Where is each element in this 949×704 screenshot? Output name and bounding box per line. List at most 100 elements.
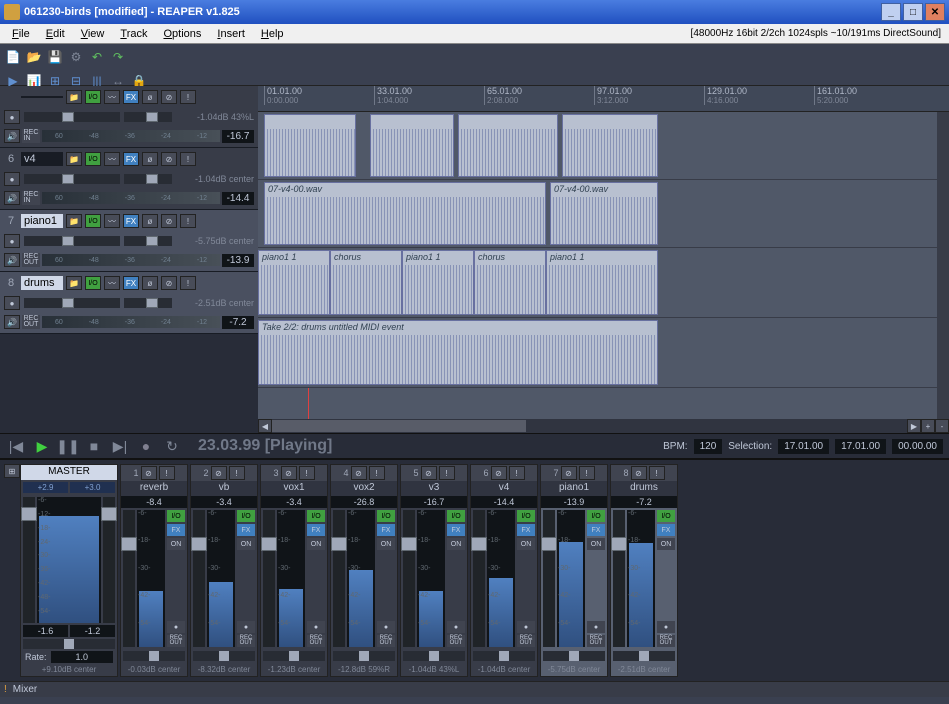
mixer-channel[interactable]: 7⊘!piano1-13.9-6--18--30--42--54-I/OFXON… xyxy=(540,464,608,677)
track-phase-button[interactable]: ø xyxy=(142,152,158,166)
track-recmode-button[interactable]: RECOUT xyxy=(22,315,40,329)
scroll-left-button[interactable]: ◀ xyxy=(258,419,272,433)
track-mute-button[interactable]: ⊘ xyxy=(161,90,177,104)
channel-solo-button[interactable]: ! xyxy=(579,466,595,480)
channel-solo-button[interactable]: ! xyxy=(299,466,315,480)
channel-mute-button[interactable]: ⊘ xyxy=(351,466,367,480)
channel-fader[interactable] xyxy=(543,510,555,647)
channel-io-button[interactable]: I/O xyxy=(377,510,395,522)
track-solo-button[interactable]: ! xyxy=(180,214,196,228)
track-folder-icon[interactable]: 📁 xyxy=(66,214,82,228)
channel-name[interactable]: v3 xyxy=(401,481,467,496)
channel-fx-on-button[interactable]: ON xyxy=(587,538,605,550)
track-mute-button[interactable]: ⊘ xyxy=(161,214,177,228)
mixer-channel[interactable]: 6⊘!v4-14.4-6--18--30--42--54-I/OFXON●REC… xyxy=(470,464,538,677)
channel-io-button[interactable]: I/O xyxy=(237,510,255,522)
transport-time[interactable]: 23.03.99 [Playing] xyxy=(198,437,332,455)
track-fx-button[interactable]: FX xyxy=(123,90,139,104)
channel-pan[interactable] xyxy=(613,651,675,661)
pause-button[interactable]: ❚❚ xyxy=(58,437,78,455)
track-name-field[interactable]: v4 xyxy=(21,152,63,166)
arrange-area[interactable]: 07-v4-00.wav07-v4-00.wavpiano1 1choruspi… xyxy=(258,112,949,419)
track-phase-button[interactable]: ø xyxy=(142,276,158,290)
channel-solo-button[interactable]: ! xyxy=(509,466,525,480)
media-clip[interactable]: 07-v4-00.wav xyxy=(550,182,658,245)
channel-mute-button[interactable]: ⊘ xyxy=(141,466,157,480)
channel-name[interactable]: v4 xyxy=(471,481,537,496)
track-recarm-button[interactable]: ● xyxy=(4,296,20,310)
track-lane[interactable]: 07-v4-00.wav07-v4-00.wav xyxy=(258,180,937,248)
channel-rec-button[interactable]: ● xyxy=(587,621,605,633)
go-to-start-button[interactable]: |◀ xyxy=(6,437,26,455)
channel-recmode-button[interactable]: RECOUT xyxy=(657,635,675,647)
maximize-button[interactable]: □ xyxy=(903,3,923,21)
menu-file[interactable]: File xyxy=(4,26,38,42)
track-pan-knob[interactable] xyxy=(124,236,172,246)
track-env-button[interactable]: 〰 xyxy=(104,214,120,228)
track-solo-button[interactable]: ! xyxy=(180,152,196,166)
menu-edit[interactable]: Edit xyxy=(38,26,73,42)
track-monitor-button[interactable]: 🔊 xyxy=(4,129,20,143)
channel-fader[interactable] xyxy=(613,510,625,647)
channel-fader[interactable] xyxy=(263,510,275,647)
scroll-thumb[interactable] xyxy=(272,420,526,432)
channel-solo-button[interactable]: ! xyxy=(159,466,175,480)
warning-icon[interactable]: ! xyxy=(4,684,7,695)
track-volume-fader[interactable] xyxy=(24,298,120,308)
channel-fx-button[interactable]: FX xyxy=(517,524,535,536)
track-recmode-button[interactable]: RECIN xyxy=(22,191,40,205)
channel-recmode-button[interactable]: RECOUT xyxy=(167,635,185,647)
track-name-field[interactable]: drums xyxy=(21,276,63,290)
channel-pan[interactable] xyxy=(403,651,465,661)
new-project-icon[interactable]: 📄 xyxy=(4,48,22,66)
channel-fx-on-button[interactable]: ON xyxy=(447,538,465,550)
track-header[interactable]: 📁I/O〰FXø⊘!●-1.04dB 43%L🔊RECIN60-48-36-24… xyxy=(0,86,258,148)
track-recarm-button[interactable]: ● xyxy=(4,172,20,186)
channel-pan[interactable] xyxy=(263,651,325,661)
channel-solo-button[interactable]: ! xyxy=(439,466,455,480)
track-mute-button[interactable]: ⊘ xyxy=(161,276,177,290)
track-folder-icon[interactable]: 📁 xyxy=(66,276,82,290)
channel-fader[interactable] xyxy=(473,510,485,647)
menu-help[interactable]: Help xyxy=(253,26,292,42)
channel-fader[interactable] xyxy=(403,510,415,647)
track-io-button[interactable]: I/O xyxy=(85,90,101,104)
channel-solo-button[interactable]: ! xyxy=(229,466,245,480)
selection-end-field[interactable]: 17.01.00 xyxy=(835,439,886,454)
channel-pan[interactable] xyxy=(543,651,605,661)
record-button[interactable]: ● xyxy=(136,437,156,455)
track-pan-knob[interactable] xyxy=(124,112,172,122)
track-recarm-button[interactable]: ● xyxy=(4,234,20,248)
track-monitor-button[interactable]: 🔊 xyxy=(4,253,20,267)
channel-fx-button[interactable]: FX xyxy=(587,524,605,536)
selection-start-field[interactable]: 17.01.00 xyxy=(778,439,829,454)
track-volume-fader[interactable] xyxy=(24,174,120,184)
channel-rec-button[interactable]: ● xyxy=(377,621,395,633)
channel-name[interactable]: vox1 xyxy=(261,481,327,496)
bpm-field[interactable]: 120 xyxy=(694,439,723,454)
track-env-button[interactable]: 〰 xyxy=(104,152,120,166)
channel-rec-button[interactable]: ● xyxy=(447,621,465,633)
track-monitor-button[interactable]: 🔊 xyxy=(4,191,20,205)
go-to-end-button[interactable]: ▶| xyxy=(110,437,130,455)
channel-name[interactable]: drums xyxy=(611,481,677,496)
project-settings-icon[interactable]: ⚙ xyxy=(67,48,85,66)
channel-recmode-button[interactable]: RECOUT xyxy=(517,635,535,647)
menu-insert[interactable]: Insert xyxy=(209,26,253,42)
channel-fx-on-button[interactable]: ON xyxy=(517,538,535,550)
channel-mute-button[interactable]: ⊘ xyxy=(281,466,297,480)
track-folder-icon[interactable]: 📁 xyxy=(66,90,82,104)
channel-solo-button[interactable]: ! xyxy=(649,466,665,480)
undo-icon[interactable]: ↶ xyxy=(88,48,106,66)
track-monitor-button[interactable]: 🔊 xyxy=(4,315,20,329)
channel-rec-button[interactable]: ● xyxy=(237,621,255,633)
track-recarm-button[interactable]: ● xyxy=(4,110,20,124)
track-pan-knob[interactable] xyxy=(124,174,172,184)
track-io-button[interactable]: I/O xyxy=(85,276,101,290)
channel-fx-on-button[interactable]: ON xyxy=(237,538,255,550)
mixer-channel[interactable]: 1⊘!reverb-8.4-6--18--30--42--54-I/OFXON●… xyxy=(120,464,188,677)
track-fx-button[interactable]: FX xyxy=(123,152,139,166)
save-project-icon[interactable]: 💾 xyxy=(46,48,64,66)
channel-fader[interactable] xyxy=(193,510,205,647)
mixer-channel[interactable]: 2⊘!vb-3.4-6--18--30--42--54-I/OFXON●RECO… xyxy=(190,464,258,677)
